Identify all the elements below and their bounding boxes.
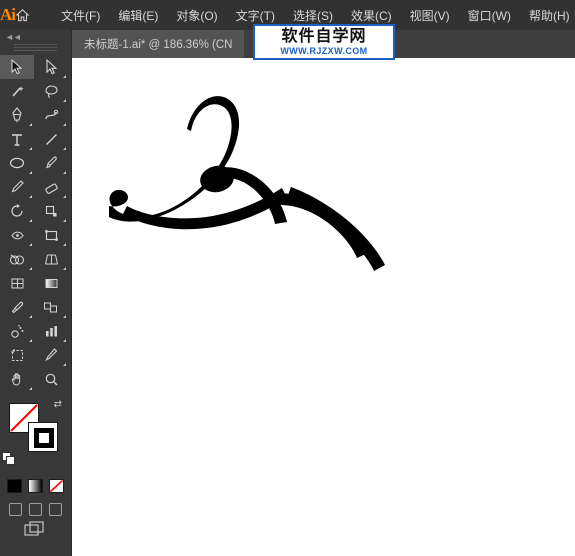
brush-stroke-artwork[interactable] [71, 58, 575, 556]
scale-tool[interactable] [34, 199, 68, 223]
ellipse-tool[interactable] [0, 151, 34, 175]
menu-item-view[interactable]: 视图(V) [401, 2, 459, 29]
blend-tool[interactable] [34, 295, 68, 319]
change-screen-mode-button[interactable] [0, 516, 70, 542]
free-transform-tool[interactable] [34, 223, 68, 247]
menu-item-edit[interactable]: 编辑(E) [109, 2, 167, 29]
illustrator-window: Ai 文件(F) 编辑(E) 对象(O) 文字(T) 选择(S) 效果(C) 视… [0, 0, 575, 556]
menu-item-help[interactable]: 帮助(H) [520, 2, 575, 29]
perspective-grid-tool[interactable] [34, 247, 68, 271]
pen-tool[interactable] [0, 103, 34, 127]
menu-item-object[interactable]: 对象(O) [167, 2, 226, 29]
color-controls: ⇄ [0, 397, 70, 475]
color-swatch[interactable] [6, 479, 22, 493]
stroke-color-swatch[interactable] [28, 422, 58, 452]
shape-builder-tool[interactable] [0, 247, 34, 271]
document-tab[interactable]: 未标题-1.ai* @ 186.36% (CN [72, 30, 245, 58]
toolbar-drag-handle[interactable] [14, 44, 57, 52]
column-graph-tool[interactable] [34, 319, 68, 343]
gradient-swatch[interactable] [27, 479, 43, 493]
lasso-tool[interactable] [34, 79, 68, 103]
menu-item-file[interactable]: 文件(F) [52, 2, 109, 29]
zoom-tool[interactable] [34, 367, 68, 391]
mesh-tool[interactable] [0, 271, 34, 295]
toolbar-collapse-button[interactable]: ◄◄ [0, 30, 71, 44]
selection-tool[interactable] [0, 55, 34, 79]
canvas-area[interactable] [71, 58, 575, 556]
hand-tool[interactable] [0, 367, 34, 391]
draw-inside-icon[interactable] [48, 502, 62, 516]
paintbrush-tool[interactable] [34, 151, 68, 175]
menu-item-window[interactable]: 窗口(W) [459, 2, 520, 29]
symbol-sprayer-tool[interactable] [0, 319, 34, 343]
draw-behind-icon[interactable] [28, 502, 42, 516]
shaper-tool[interactable] [0, 175, 34, 199]
watermark: 软件自学网 WWW.RJZXW.COM [253, 24, 395, 60]
width-tool[interactable] [0, 223, 34, 247]
gradient-tool[interactable] [34, 271, 68, 295]
type-tool[interactable] [0, 127, 34, 151]
eraser-tool[interactable] [34, 175, 68, 199]
watermark-url: WWW.RJZXW.COM [280, 45, 368, 56]
swap-fill-stroke-icon[interactable]: ⇄ [54, 399, 62, 410]
artboard-tool[interactable] [0, 343, 34, 367]
tool-grid [0, 55, 70, 391]
color-mode-swatches [0, 475, 70, 497]
direct-selection-tool[interactable] [34, 55, 68, 79]
line-segment-tool[interactable] [34, 127, 68, 151]
rotate-tool[interactable] [0, 199, 34, 223]
watermark-title: 软件自学网 [281, 27, 367, 45]
none-swatch[interactable] [48, 479, 64, 493]
slice-tool[interactable] [34, 343, 68, 367]
app-logo-icon: Ai [0, 5, 16, 24]
home-icon[interactable] [15, 0, 30, 30]
tools-panel: ◄◄ ⇄ [0, 30, 72, 556]
magic-wand-tool[interactable] [0, 79, 34, 103]
draw-normal-icon[interactable] [8, 502, 22, 516]
default-fill-stroke-icon[interactable] [2, 452, 16, 471]
curvature-tool[interactable] [34, 103, 68, 127]
eyedropper-tool[interactable] [0, 295, 34, 319]
